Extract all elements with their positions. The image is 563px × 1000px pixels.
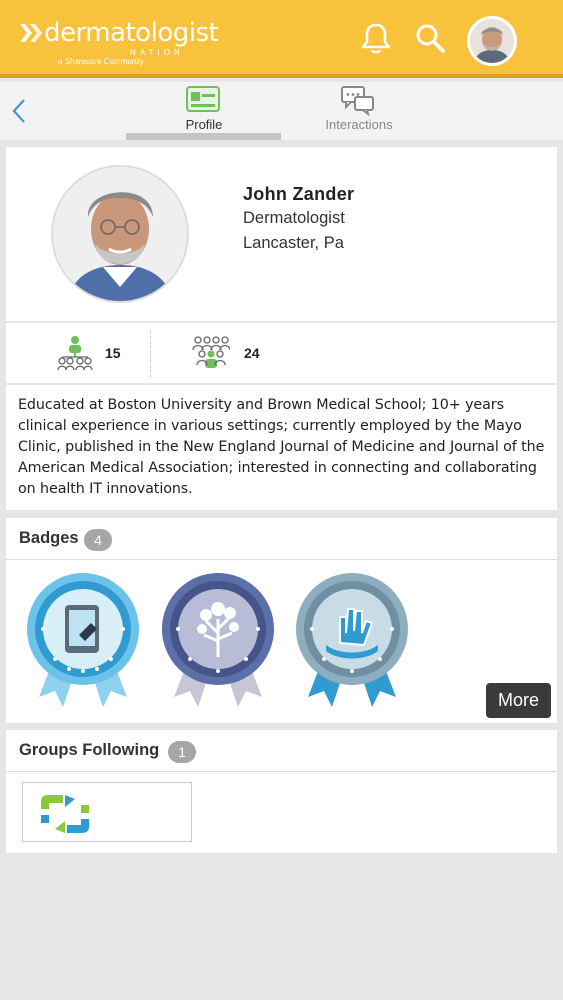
tablet-badge-icon[interactable] [25,573,141,711]
tree-badge-icon[interactable] [160,573,276,711]
tab-interactions-label: Interactions [325,117,393,132]
tab-profile[interactable]: Profile [126,82,282,140]
hand-badge-icon[interactable] [294,573,410,711]
app-header: dermatologist NATION a Sharecare Communi… [0,0,563,78]
chat-bubbles-icon [341,86,374,116]
profile-card: John Zander Dermatologist Lancaster, Pa [6,147,557,321]
stat-divider [150,331,151,377]
brand-name: dermatologist [44,18,219,48]
tab-interactions[interactable]: Interactions [281,82,437,140]
network-icon[interactable] [56,335,94,371]
profile-card-icon [186,86,220,112]
badges-title: Badges [19,529,79,547]
bio-card: Educated at Boston University and Brown … [6,385,557,510]
tab-profile-label: Profile [185,117,223,132]
stats-row: 15 24 [6,323,557,383]
brand-tagline: a Sharecare Community [58,57,145,66]
connections-count: 15 [105,345,121,361]
groups-header: Groups Following 1 [6,730,557,772]
profile-location: Lancaster, Pa [243,234,344,252]
avatar-portrait-icon [470,19,514,63]
groups-count-badge: 1 [168,741,196,763]
badges-header: Badges 4 [6,518,557,560]
profile-name: John Zander [243,184,355,204]
app-logo[interactable]: dermatologist NATION a Sharecare Communi… [18,18,219,66]
active-tab-indicator [126,133,281,140]
groups-count: 24 [244,345,260,361]
badges-count: 4 [84,529,112,551]
groups-title: Groups Following [19,741,160,759]
badges-card: Badges 4 More [6,518,557,723]
group-icon[interactable] [192,335,230,369]
group-logo-icon [41,795,89,833]
profile-photo [51,165,189,303]
search-icon[interactable] [412,20,448,56]
groups-card: Groups Following 1 [6,730,557,853]
group-tile[interactable] [22,782,192,842]
bell-icon[interactable] [358,20,394,56]
profile-specialty: Dermatologist [243,209,345,227]
logo-mark-icon [20,24,42,42]
brand-suffix: NATION [130,48,184,57]
portrait-image [53,167,187,301]
avatar[interactable] [467,16,517,66]
bio-text: Educated at Boston University and Brown … [18,397,545,497]
back-chevron-icon[interactable] [8,96,32,126]
tab-bar: Profile Interactions [0,82,563,140]
more-badges-button[interactable]: More [486,683,551,718]
